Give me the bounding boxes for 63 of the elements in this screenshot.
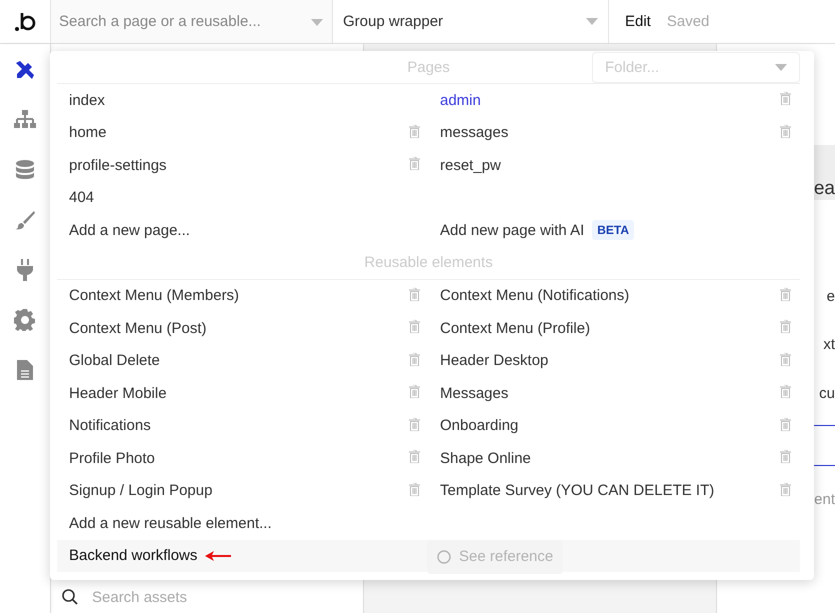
trash-icon[interactable]	[409, 352, 420, 366]
page-search-field[interactable]: Search a page or a reusable...	[50, 0, 333, 43]
add-page-link[interactable]: Add a new page...	[69, 222, 190, 239]
reusable-element-item[interactable]: Profile Photo	[69, 450, 155, 467]
beta-badge: BETA	[592, 220, 634, 240]
trash-icon[interactable]	[409, 385, 420, 398]
trash-icon[interactable]	[780, 320, 791, 333]
partial-text: ea	[814, 178, 835, 200]
reusable-element-item[interactable]: Context Menu (Profile)	[440, 320, 590, 337]
trash-icon[interactable]	[780, 352, 791, 366]
reusable-element-item[interactable]: Context Menu (Members)	[69, 287, 240, 304]
saved-status: Saved	[666, 13, 710, 30]
page-item[interactable]: messages	[440, 124, 508, 142]
caret-icon	[775, 64, 787, 71]
reusable-element-item[interactable]: Global Delete	[69, 352, 160, 370]
edit-mode-label[interactable]: Edit	[625, 13, 651, 30]
trash-icon[interactable]	[780, 92, 791, 105]
trash-icon[interactable]	[780, 450, 791, 463]
page-item[interactable]: reset_pw	[440, 156, 501, 174]
trash-icon[interactable]	[780, 482, 791, 496]
caret-icon	[586, 18, 598, 25]
partial-text: xt	[823, 336, 835, 353]
trash-icon[interactable]	[780, 385, 791, 398]
page-item[interactable]: 404	[69, 189, 94, 206]
help-icon	[437, 550, 451, 564]
trash-icon[interactable]	[409, 157, 420, 170]
trash-icon[interactable]	[409, 450, 420, 463]
trash-icon[interactable]	[409, 288, 420, 300]
partial-text: cu	[819, 385, 835, 402]
element-dropdown[interactable]: Group wrapper	[333, 0, 609, 43]
partial-text: e	[826, 288, 835, 305]
search-icon	[62, 589, 78, 605]
database-icon[interactable]	[16, 158, 34, 182]
reusable-element-item[interactable]: Signup / Login Popup	[69, 482, 212, 500]
reusable-element-item[interactable]: Onboarding	[440, 417, 518, 434]
reusable-element-item[interactable]: Context Menu (Notifications)	[440, 287, 630, 304]
page-item[interactable]: profile-settings	[69, 156, 167, 174]
document-icon[interactable]	[17, 358, 33, 382]
trash-icon[interactable]	[780, 288, 791, 300]
reusable-element-item[interactable]: Shape Online	[440, 450, 531, 467]
assets-search-field[interactable]: Search assets	[90, 588, 293, 606]
trash-icon[interactable]	[409, 320, 420, 333]
partial-text: ent	[814, 491, 835, 508]
reusable-element-item[interactable]: Header Desktop	[440, 352, 548, 370]
trash-icon[interactable]	[780, 124, 791, 138]
trash-icon[interactable]	[409, 124, 420, 138]
trash-icon[interactable]	[409, 482, 420, 496]
reusable-element-item[interactable]: Notifications	[69, 417, 151, 434]
caret-icon	[311, 19, 323, 26]
plug-icon[interactable]	[17, 258, 33, 282]
add-reusable-link[interactable]: Add a new reusable element...	[69, 514, 272, 532]
reusable-element-item[interactable]: Messages	[440, 384, 508, 402]
add-page-ai-link[interactable]: Add new page with AI	[440, 222, 584, 239]
trash-icon[interactable]	[780, 418, 791, 430]
trash-icon[interactable]	[409, 418, 420, 430]
page-item[interactable]: home	[69, 124, 107, 142]
page-item[interactable]: index	[69, 92, 105, 109]
reusable-element-item[interactable]: Template Survey (YOU CAN DELETE IT)	[440, 482, 714, 500]
reusable-element-item[interactable]: Context Menu (Post)	[69, 320, 207, 337]
reusable-element-item[interactable]: Header Mobile	[69, 384, 167, 402]
pointer-arrow-icon	[205, 550, 232, 560]
settings-icon[interactable]	[14, 308, 36, 332]
page-item[interactable]: admin	[440, 92, 481, 109]
